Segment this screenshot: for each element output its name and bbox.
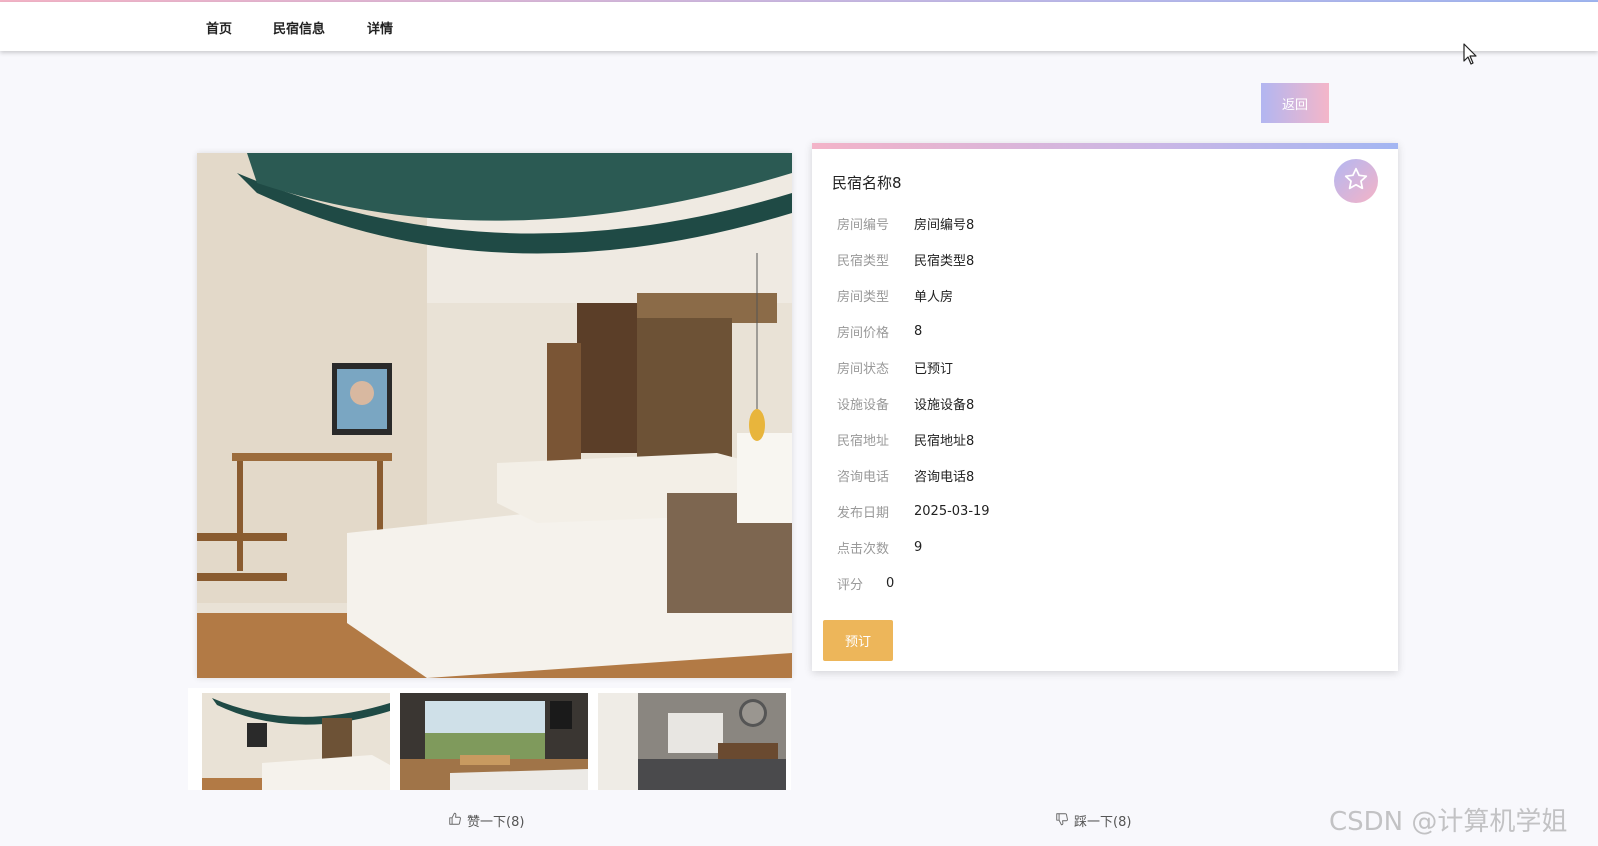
field-label: 房间价格 (837, 325, 890, 341)
field-room-status: 房间状态 已预订 (837, 357, 953, 377)
field-value: 设施设备8 (914, 397, 975, 413)
favorite-button[interactable] (1334, 159, 1378, 203)
field-label: 发布日期 (837, 505, 890, 521)
dislike-label: 踩一下(8) (1074, 815, 1132, 830)
top-nav: 首页 民宿信息 详情 (0, 2, 1598, 51)
field-value: 9 (914, 539, 923, 555)
field-room-type: 房间类型 单人房 (837, 285, 953, 305)
book-button[interactable]: 预订 (823, 620, 893, 661)
thumbs-up-icon (448, 812, 462, 830)
field-publish-date: 发布日期 2025-03-19 (837, 501, 990, 521)
like-button[interactable]: 赞一下(8) (448, 811, 524, 830)
field-phone: 咨询电话 咨询电话8 (837, 465, 974, 485)
nav-item-home[interactable]: 首页 (206, 18, 232, 37)
field-label: 房间类型 (837, 289, 890, 305)
field-value: 民宿类型8 (914, 253, 975, 269)
field-value: 8 (914, 323, 923, 339)
field-address: 民宿地址 民宿地址8 (837, 429, 974, 449)
homestay-title: 民宿名称8 (832, 174, 902, 192)
thumbnail-2[interactable] (400, 693, 588, 790)
field-label: 评分 (837, 577, 864, 593)
field-value: 房间编号8 (914, 217, 975, 233)
thumbnail-1[interactable] (202, 693, 390, 790)
field-facilities: 设施设备 设施设备8 (837, 393, 974, 413)
field-click-count: 点击次数 9 (837, 537, 922, 557)
field-label: 咨询电话 (837, 469, 890, 485)
thumbs-down-icon (1055, 812, 1069, 830)
mouse-cursor-icon (1463, 43, 1477, 69)
nav-item-homestay-info[interactable]: 民宿信息 (273, 18, 325, 37)
main-room-photo (197, 153, 792, 678)
field-rating: 评分 0 (837, 573, 894, 593)
card-gradient-bar (812, 143, 1398, 149)
watermark: CSDN @计算机学姐 (1329, 807, 1568, 837)
field-value: 2025-03-19 (914, 503, 990, 519)
field-value: 民宿地址8 (914, 433, 975, 449)
field-value: 已预订 (914, 361, 954, 377)
field-label: 房间状态 (837, 361, 890, 377)
field-value: 咨询电话8 (914, 469, 975, 485)
field-homestay-type: 民宿类型 民宿类型8 (837, 249, 974, 269)
nav-item-detail[interactable]: 详情 (367, 18, 393, 37)
thumbnail-3[interactable] (598, 693, 786, 790)
field-label: 房间编号 (837, 217, 890, 233)
field-room-price: 房间价格 8 (837, 321, 922, 341)
back-button[interactable]: 返回 (1261, 83, 1329, 123)
field-label: 点击次数 (837, 541, 890, 557)
field-label: 设施设备 (837, 397, 890, 413)
detail-card: 民宿名称8 房间编号 房间编号8 民宿类型 民宿类型8 房间类型 单人房 房间价格 8 … (812, 143, 1398, 671)
field-label: 民宿类型 (837, 253, 890, 269)
dislike-button[interactable]: 踩一下(8) (1055, 811, 1131, 830)
field-value: 0 (886, 575, 895, 591)
like-label: 赞一下(8) (467, 815, 525, 830)
field-room-number: 房间编号 房间编号8 (837, 213, 974, 233)
star-icon (1343, 166, 1369, 196)
field-value: 单人房 (914, 289, 954, 305)
field-label: 民宿地址 (837, 433, 890, 449)
